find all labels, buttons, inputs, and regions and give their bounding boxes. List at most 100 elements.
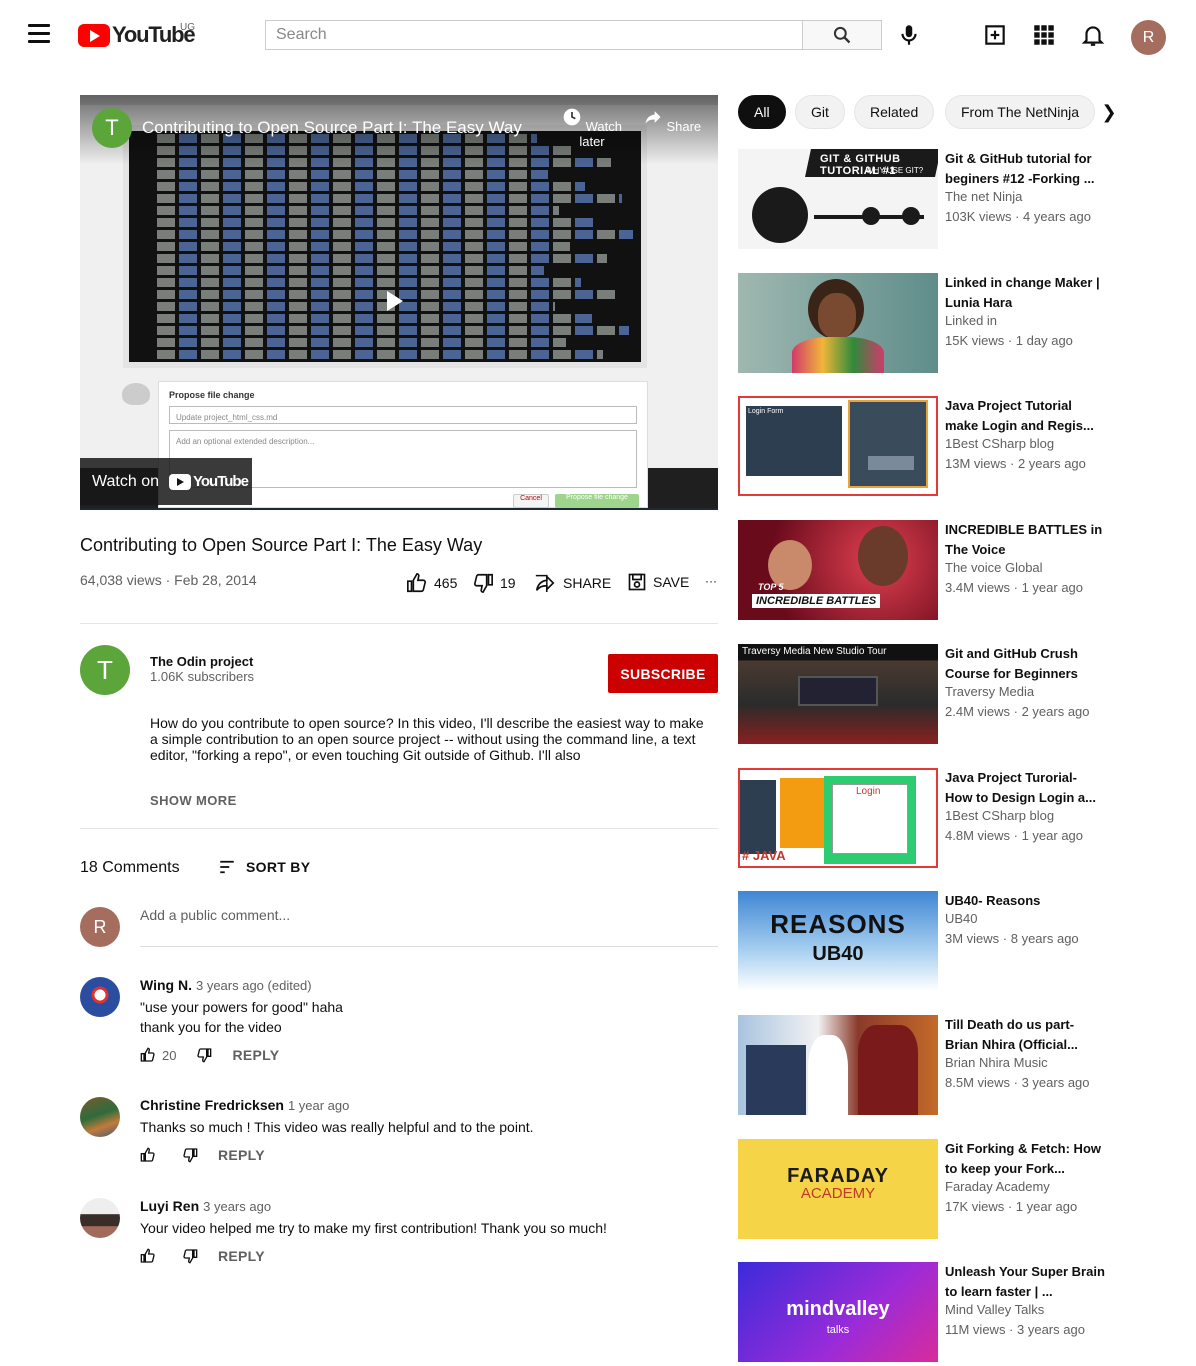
comment-author[interactable]: Wing N. (140, 977, 192, 993)
comment-like-button[interactable] (140, 1248, 162, 1264)
dislike-button[interactable]: 19 (472, 572, 516, 594)
recommended-title[interactable]: Git & GitHub tutorial for beginers #12 -… (945, 149, 1105, 189)
comment-author[interactable]: Christine Fredricksen (140, 1097, 284, 1113)
recommended-video[interactable]: mindvalley talks Unleash Your Super Brain … (738, 1262, 1118, 1363)
video-thumbnail[interactable] (738, 1014, 938, 1115)
player-channel-avatar[interactable]: T (92, 108, 132, 148)
recommended-video[interactable]: FARADAY ACADEMY Git Forking & Fetch: How t… (738, 1138, 1118, 1239)
recommended-title[interactable]: UB40- Reasons (945, 891, 1105, 911)
video-thumbnail[interactable]: mindvalley talks (738, 1262, 938, 1363)
subscribe-button[interactable]: SUBSCRIBE (608, 654, 718, 693)
code-line (157, 278, 581, 287)
chip-related[interactable]: Related (854, 95, 935, 129)
recommended-video[interactable]: Linked in change Maker | Lunia Hara Linke… (738, 272, 1118, 373)
comment-text-line: Thanks so much ! This video was really h… (140, 1119, 534, 1135)
chip-all[interactable]: All (738, 95, 786, 129)
recommended-title[interactable]: INCREDIBLE BATTLES in The Voice (945, 520, 1105, 560)
masthead: YouTube UG Search R (0, 0, 1196, 70)
search-button[interactable] (802, 20, 882, 50)
my-avatar: R (80, 907, 120, 947)
comment-like-button[interactable]: 20 (140, 1047, 176, 1063)
video-thumbnail[interactable]: Login Form (738, 396, 938, 497)
video-title: Contributing to Open Source Part I: The … (80, 535, 483, 555)
recommended-title[interactable]: Git Forking & Fetch: How to keep your Fo… (945, 1139, 1105, 1179)
recommended-channel[interactable]: 1Best CSharp blog (945, 436, 1054, 451)
dislike-count: 19 (500, 575, 516, 591)
form-cancel: Cancel (513, 494, 549, 508)
channel-avatar[interactable]: T (80, 645, 130, 695)
comment-reply-button[interactable]: REPLY (218, 1147, 265, 1163)
comment-author-avatar[interactable] (80, 1097, 120, 1137)
player-share-button[interactable]: Share (642, 107, 702, 134)
video-thumbnail[interactable]: Login # JAVA (738, 767, 938, 868)
add-comment-input[interactable]: Add a public comment... (140, 907, 718, 947)
recommended-channel[interactable]: Faraday Academy (945, 1179, 1050, 1194)
watch-on-youtube-button[interactable]: Watch on YouTube (80, 458, 252, 505)
apps-button[interactable] (1031, 22, 1057, 48)
sort-comments-button[interactable]: SORT BY (218, 858, 310, 876)
thumb-up-icon (140, 1147, 155, 1162)
recommended-channel[interactable]: Linked in (945, 313, 997, 328)
recommended-title[interactable]: Java Project Turorial- How to Design Log… (945, 768, 1105, 808)
player-progress-bar[interactable] (80, 508, 718, 510)
recommended-title[interactable]: Till Death do us part-Brian Nhira (Offic… (945, 1015, 1105, 1055)
chevron-right-icon[interactable]: ❯ (1100, 98, 1118, 126)
comment-dislike-button[interactable] (182, 1147, 198, 1163)
notifications-button[interactable] (1080, 22, 1106, 48)
channel-name[interactable]: The Odin project (150, 654, 253, 669)
recommended-title[interactable]: Java Project Tutorial make Login and Reg… (945, 396, 1105, 436)
menu-icon[interactable] (28, 24, 50, 44)
video-thumbnail[interactable]: TOP 5 INCREDIBLE BATTLES (738, 520, 938, 621)
save-button[interactable]: SAVE (627, 572, 689, 592)
chip-from-the-netninja[interactable]: From The NetNinja (945, 95, 1096, 129)
chip-git[interactable]: Git (795, 95, 845, 129)
account-avatar[interactable]: R (1131, 20, 1166, 55)
comment-like-button[interactable] (140, 1147, 162, 1163)
show-more-button[interactable]: SHOW MORE (150, 793, 237, 808)
player-title[interactable]: Contributing to Open Source Part I: The … (142, 118, 522, 138)
recommended-title[interactable]: Unleash Your Super Brain to learn faster… (945, 1262, 1105, 1302)
video-thumbnail[interactable]: FARADAY ACADEMY (738, 1138, 938, 1239)
comments-count: 18 Comments (80, 859, 180, 876)
video-thumbnail[interactable]: GIT & GITHUB TUTORIAL #1 WHY USE GIT? (738, 149, 938, 249)
comment-reply-button[interactable]: REPLY (218, 1248, 265, 1264)
video-thumbnail[interactable] (738, 272, 938, 373)
recommended-channel[interactable]: Traversy Media (945, 684, 1034, 699)
recommended-channel[interactable]: Brian Nhira Music (945, 1055, 1048, 1070)
recommended-channel[interactable]: Mind Valley Talks (945, 1302, 1044, 1317)
voice-search-button[interactable] (896, 22, 922, 48)
recommended-video[interactable]: Till Death do us part-Brian Nhira (Offic… (738, 1014, 1118, 1115)
video-thumbnail[interactable]: Traversy Media New Studio Tour (738, 643, 938, 744)
search-input[interactable]: Search (265, 20, 802, 50)
recommended-video[interactable]: REASONS UB40 UB40- Reasons UB40 3M views · 8… (738, 891, 1118, 992)
video-thumbnail[interactable]: REASONS UB40 (738, 891, 938, 992)
recommended-video[interactable]: Login # JAVA Java Project Turorial- How to… (738, 767, 1118, 868)
create-button[interactable] (982, 22, 1008, 48)
comment-author-avatar[interactable] (80, 1198, 120, 1238)
recommended-channel[interactable]: 1Best CSharp blog (945, 808, 1054, 823)
comment-author-avatar[interactable] (80, 977, 120, 1017)
play-icon[interactable] (387, 291, 403, 311)
comment-time[interactable]: 3 years ago (203, 1199, 271, 1214)
recommended-channel[interactable]: The voice Global (945, 560, 1043, 575)
recommended-title[interactable]: Linked in change Maker | Lunia Hara (945, 273, 1105, 313)
more-actions-button[interactable]: ··· (705, 574, 717, 588)
like-button[interactable]: 465 (406, 572, 457, 594)
recommended-video[interactable]: Traversy Media New Studio Tour Git and Gi… (738, 643, 1118, 744)
comment-dislike-button[interactable] (182, 1248, 198, 1264)
comment-author[interactable]: Luyi Ren (140, 1198, 199, 1214)
share-button[interactable]: SHARE (533, 572, 611, 594)
comment-time[interactable]: 3 years ago (edited) (196, 978, 312, 993)
comment-time[interactable]: 1 year ago (288, 1098, 349, 1113)
watch-later-button[interactable]: Watch later (562, 107, 622, 149)
recommended-video[interactable]: GIT & GITHUB TUTORIAL #1 WHY USE GIT? Git … (738, 149, 1118, 249)
video-player[interactable]: Propose file change Update project_html_… (80, 95, 718, 508)
youtube-logo[interactable]: YouTube (78, 22, 196, 47)
recommended-channel[interactable]: The net Ninja (945, 189, 1022, 204)
recommended-title[interactable]: Git and GitHub Crush Course for Beginner… (945, 644, 1105, 684)
recommended-channel[interactable]: UB40 (945, 911, 978, 926)
recommended-video[interactable]: TOP 5 INCREDIBLE BATTLES INCREDIBLE BATTLE… (738, 520, 1118, 621)
comment-reply-button[interactable]: REPLY (232, 1047, 279, 1063)
comment-dislike-button[interactable] (196, 1047, 212, 1063)
recommended-video[interactable]: Login Form Java Project Tutorial make Log… (738, 396, 1118, 497)
